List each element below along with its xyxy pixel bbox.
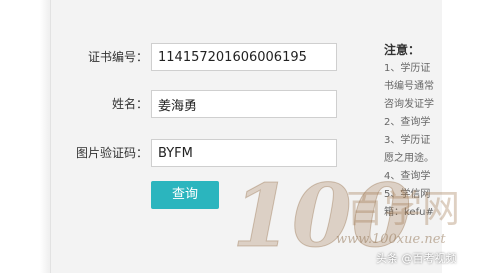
cert-number-label: 证书编号： [87,50,148,64]
query-button[interactable]: 查询 [151,181,219,209]
watermark-source: 头条 @百考视频 [376,252,457,265]
captcha-input[interactable] [151,139,337,167]
notice-title: 注意： [384,43,421,57]
notice-line: 5、学信网 [384,189,431,200]
notice-line: 4、查询学 [384,171,431,182]
left-margin [0,0,50,273]
right-margin [442,0,488,273]
notice-line: 2、查询学 [384,117,431,128]
name-input[interactable] [151,90,337,118]
cert-number-input[interactable] [151,43,337,71]
notice-line: 1、学历证 [384,63,431,74]
captcha-row: 图片验证码： [50,139,350,167]
notice-line: 书编号通常 [384,81,434,92]
cert-number-row: 证书编号： [50,43,350,71]
name-row: 姓名： [50,90,350,118]
name-label: 姓名： [111,97,148,111]
notice-line: 愿之用途。 [384,153,434,164]
captcha-label: 图片验证码： [75,146,148,160]
notice-line: 3、学历证 [384,135,431,146]
notice-line: 咨询发证学 [384,99,434,110]
watermark-site: www.100xue.net [336,232,446,247]
notice-line: 箱：kefu# [384,207,434,218]
